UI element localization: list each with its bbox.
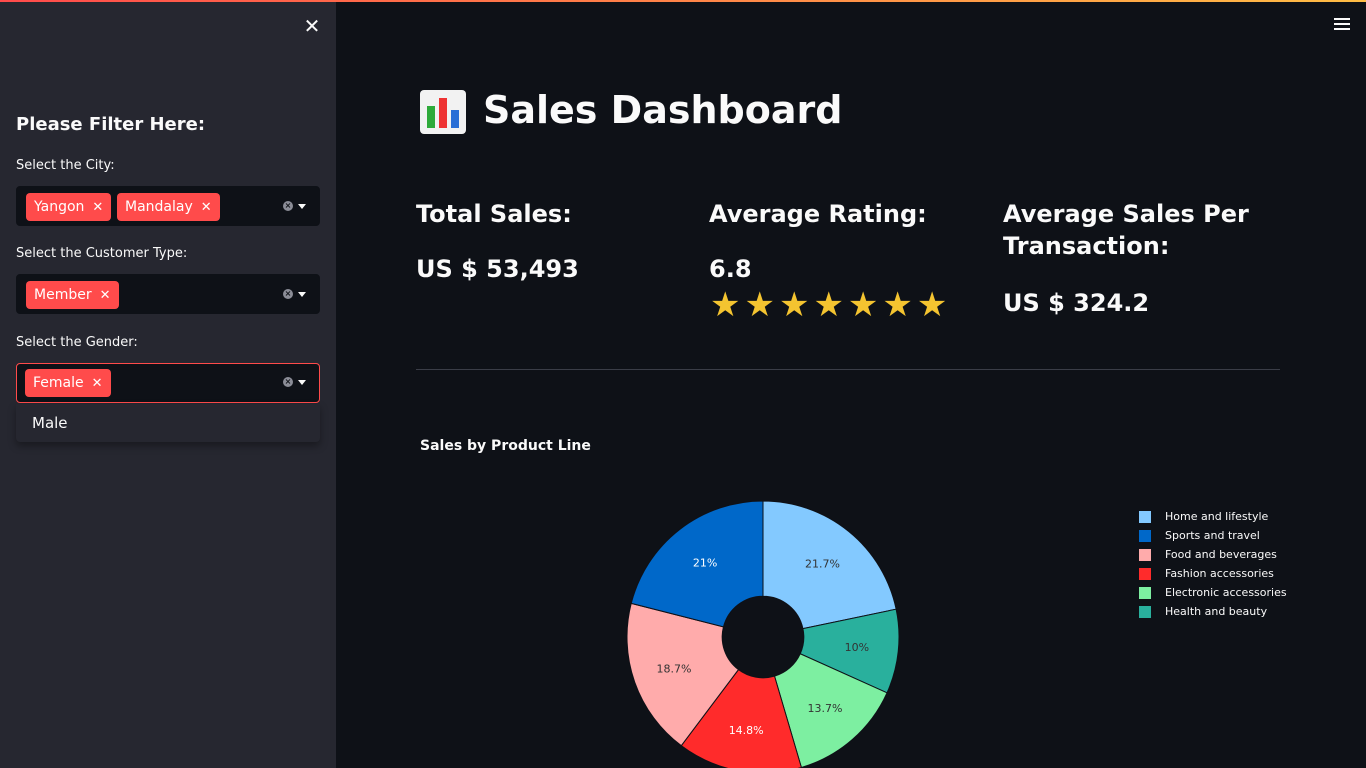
customer-type-multiselect[interactable]: Member ✕ × — [16, 274, 320, 314]
page-title: Sales Dashboard — [483, 88, 843, 132]
legend-swatch — [1139, 568, 1151, 580]
legend-swatch — [1139, 511, 1151, 523]
legend-swatch — [1139, 530, 1151, 542]
tag-mandalay: Mandalay ✕ — [117, 193, 220, 221]
tag-label: Yangon — [34, 199, 85, 215]
remove-tag-icon[interactable]: ✕ — [201, 200, 212, 215]
legend-label: Home and lifestyle — [1165, 510, 1269, 523]
clear-icon[interactable]: × — [283, 289, 293, 299]
total-sales-label: Total Sales: — [416, 200, 572, 228]
divider — [416, 369, 1280, 370]
tag-label: Member — [34, 287, 92, 303]
tag-yangon: Yangon ✕ — [26, 193, 112, 221]
filter-title: Please Filter Here: — [16, 114, 206, 135]
bar-chart-icon — [420, 90, 466, 134]
tag-female: Female ✕ — [25, 369, 111, 397]
sidebar: ✕ Please Filter Here: Select the City: Y… — [0, 0, 336, 768]
pie-label: 10% — [845, 641, 869, 654]
hamburger-menu-icon[interactable] — [1334, 18, 1350, 32]
legend-label: Sports and travel — [1165, 529, 1260, 542]
legend-swatch — [1139, 549, 1151, 561]
legend-label: Food and beverages — [1165, 548, 1277, 561]
pie-label: 21.7% — [805, 558, 840, 571]
remove-tag-icon[interactable]: ✕ — [100, 288, 111, 303]
remove-tag-icon[interactable]: ✕ — [92, 376, 103, 391]
city-multiselect[interactable]: Yangon ✕ Mandalay ✕ × — [16, 186, 320, 226]
top-accent-bar — [0, 0, 1366, 2]
remove-tag-icon[interactable]: ✕ — [92, 200, 103, 215]
avg-sales-label-line2: Transaction: — [1003, 232, 1170, 260]
gender-dropdown: Male — [16, 404, 320, 442]
pie-label: 21% — [693, 556, 717, 569]
legend-label: Electronic accessories — [1165, 586, 1287, 599]
total-sales-value: US $ 53,493 — [416, 255, 579, 283]
avg-rating-value: 6.8 — [709, 255, 752, 283]
customer-type-label: Select the Customer Type: — [16, 246, 188, 261]
legend-swatch — [1139, 606, 1151, 618]
city-label: Select the City: — [16, 158, 115, 173]
tag-label: Mandalay — [125, 199, 193, 215]
legend-label: Health and beauty — [1165, 605, 1268, 618]
tag-member: Member ✕ — [26, 281, 119, 309]
chevron-down-icon[interactable] — [298, 380, 306, 385]
pie-label: 18.7% — [656, 662, 691, 675]
close-icon[interactable]: ✕ — [302, 16, 322, 36]
avg-rating-label: Average Rating: — [709, 200, 927, 228]
gender-label: Select the Gender: — [16, 335, 138, 350]
pie-label: 13.7% — [808, 702, 843, 715]
tag-label: Female — [33, 375, 84, 391]
legend-swatch — [1139, 587, 1151, 599]
chevron-down-icon[interactable] — [298, 204, 306, 209]
pie-label: 14.8% — [729, 724, 764, 737]
rating-stars: ★★★★★★★ — [710, 285, 952, 325]
clear-icon[interactable]: × — [283, 201, 293, 211]
avg-sales-label-line1: Average Sales Per — [1003, 200, 1249, 228]
clear-icon[interactable]: × — [283, 377, 293, 387]
pie-chart: 21.7% 10% 13.7% 14.8% 18.7% 21% — [626, 500, 900, 768]
avg-sales-label: Average Sales Per Transaction: — [1003, 198, 1249, 262]
dropdown-option-male[interactable]: Male — [32, 414, 68, 432]
avg-sales-value: US $ 324.2 — [1003, 289, 1150, 317]
legend-label: Fashion accessories — [1165, 567, 1274, 580]
chart-title: Sales by Product Line — [420, 438, 591, 454]
chevron-down-icon[interactable] — [298, 292, 306, 297]
gender-multiselect[interactable]: Female ✕ × — [16, 363, 320, 403]
